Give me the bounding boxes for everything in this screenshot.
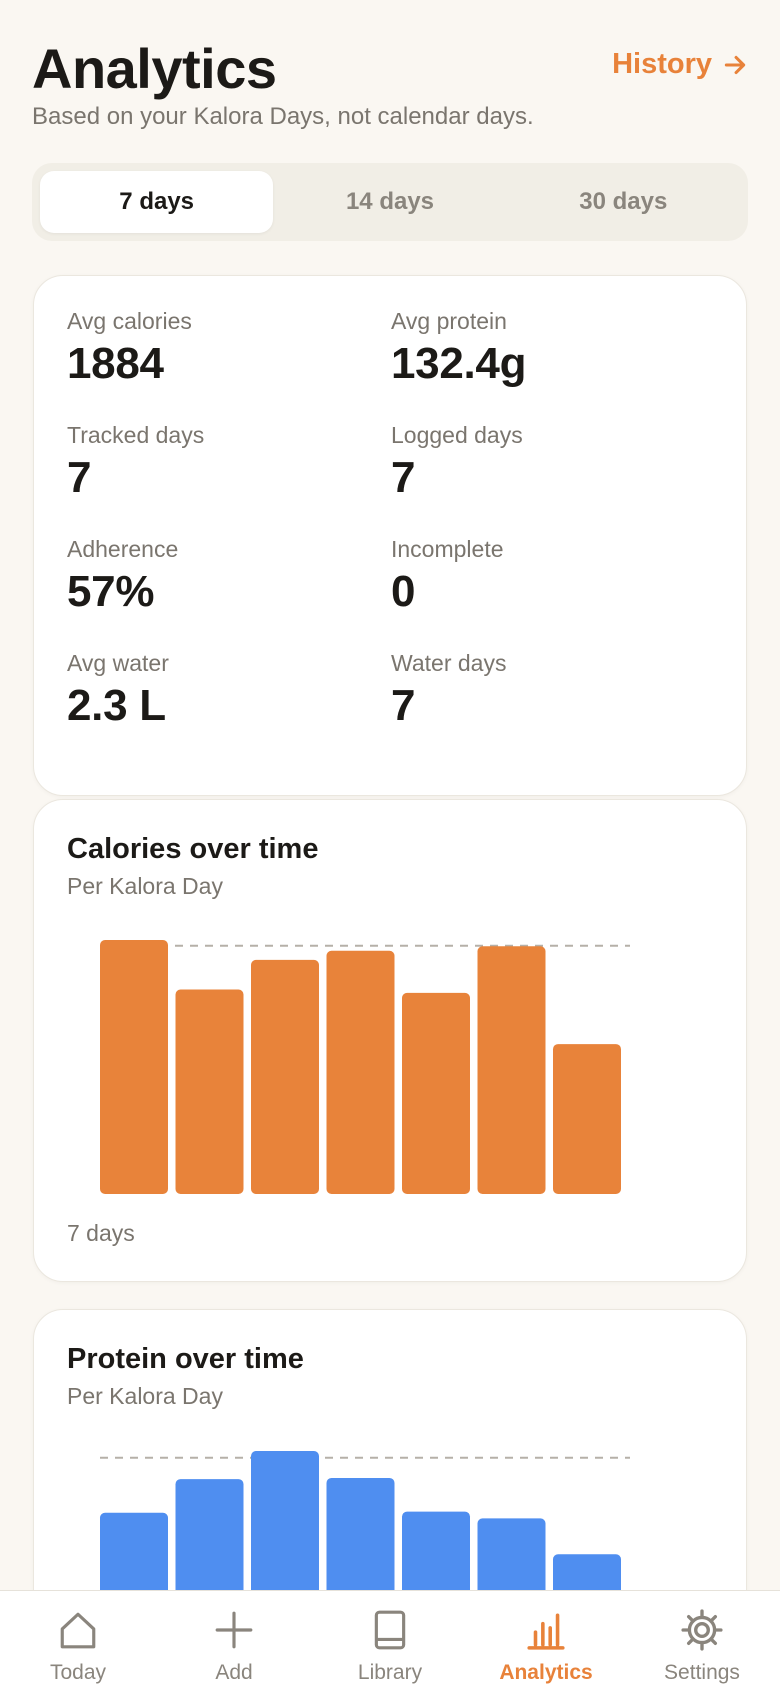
range-selector: 7 days 14 days 30 days <box>32 163 748 241</box>
plus-icon <box>215 1611 253 1649</box>
summary-stats-card: Avg calories 1884 Avg protein 132.4g Tra… <box>33 275 747 796</box>
stat-label: Incomplete <box>391 536 504 562</box>
stat-value: 0 <box>391 567 416 616</box>
stat-tracked-days: Tracked days 7 <box>67 422 204 503</box>
chart-bar[interactable] <box>477 946 546 1194</box>
stat-label: Avg protein <box>391 308 507 334</box>
range-30-days[interactable]: 30 days <box>507 171 740 233</box>
tab-library[interactable]: Library <box>312 1591 468 1688</box>
arrow-right-icon <box>724 55 746 74</box>
chart-bar[interactable] <box>100 940 168 1194</box>
calories-bar-chart <box>100 940 630 1194</box>
stat-value: 7 <box>391 453 416 502</box>
calories-chart-card: Calories over time Per Kalora Day 7 days <box>33 799 747 1282</box>
chart-bar[interactable] <box>175 989 244 1194</box>
page-title: Analytics <box>32 37 277 100</box>
chart-bar[interactable] <box>251 959 319 1194</box>
range-14-days[interactable]: 14 days <box>273 171 506 233</box>
house-icon <box>60 1612 96 1649</box>
tab-add[interactable]: Add <box>156 1591 312 1688</box>
stat-water-days: Water days 7 <box>391 650 506 731</box>
chart-bar[interactable] <box>402 992 470 1194</box>
stat-avg-protein: Avg protein 132.4g <box>391 308 526 389</box>
stat-value: 132.4g <box>391 339 527 388</box>
stat-value: 7 <box>391 681 416 730</box>
history-link[interactable]: History <box>612 48 748 81</box>
stat-label: Adherence <box>67 536 179 562</box>
tab-label: Add <box>215 1661 253 1684</box>
book-icon <box>374 1610 406 1650</box>
tab-label: Settings <box>664 1661 740 1684</box>
stat-label: Logged days <box>391 422 523 448</box>
bar-chart-icon <box>527 1613 565 1650</box>
stat-avg-water: Avg water 2.3 L <box>67 650 169 731</box>
stat-label: Avg water <box>67 650 169 676</box>
stat-logged-days: Logged days 7 <box>391 422 523 503</box>
analytics-screen: Analytics History Based on your Kalora D… <box>0 0 780 1688</box>
chart-range-label: 7 days <box>67 1220 135 1246</box>
gear-icon <box>681 1609 723 1651</box>
stat-incomplete: Incomplete 0 <box>391 536 504 617</box>
tab-label: Library <box>357 1661 423 1684</box>
stat-label: Tracked days <box>67 422 205 448</box>
stat-label: Water days <box>391 650 507 676</box>
tab-today[interactable]: Today <box>0 1591 156 1688</box>
stat-value: 7 <box>67 453 92 502</box>
tab-analytics[interactable]: Analytics <box>468 1591 624 1688</box>
tab-label: Analytics <box>499 1661 593 1684</box>
tab-label: Today <box>49 1661 107 1684</box>
stat-label: Avg calories <box>67 308 192 334</box>
stat-avg-calories: Avg calories 1884 <box>67 308 192 389</box>
chart-bar[interactable] <box>326 950 395 1194</box>
stat-value: 2.3 L <box>67 681 166 730</box>
stat-value: 1884 <box>67 339 164 388</box>
tab-settings[interactable]: Settings <box>624 1591 780 1688</box>
history-link-label: History <box>612 48 712 80</box>
stat-adherence: Adherence 57% <box>67 536 178 617</box>
stat-value: 57% <box>67 567 155 616</box>
bottom-tab-bar: Today Add Library Analytics Settings <box>0 1590 780 1688</box>
range-7-days[interactable]: 7 days <box>40 171 274 233</box>
page-subtitle: Based on your Kalora Days, not calendar … <box>32 103 534 130</box>
chart-bar[interactable] <box>553 1044 621 1194</box>
